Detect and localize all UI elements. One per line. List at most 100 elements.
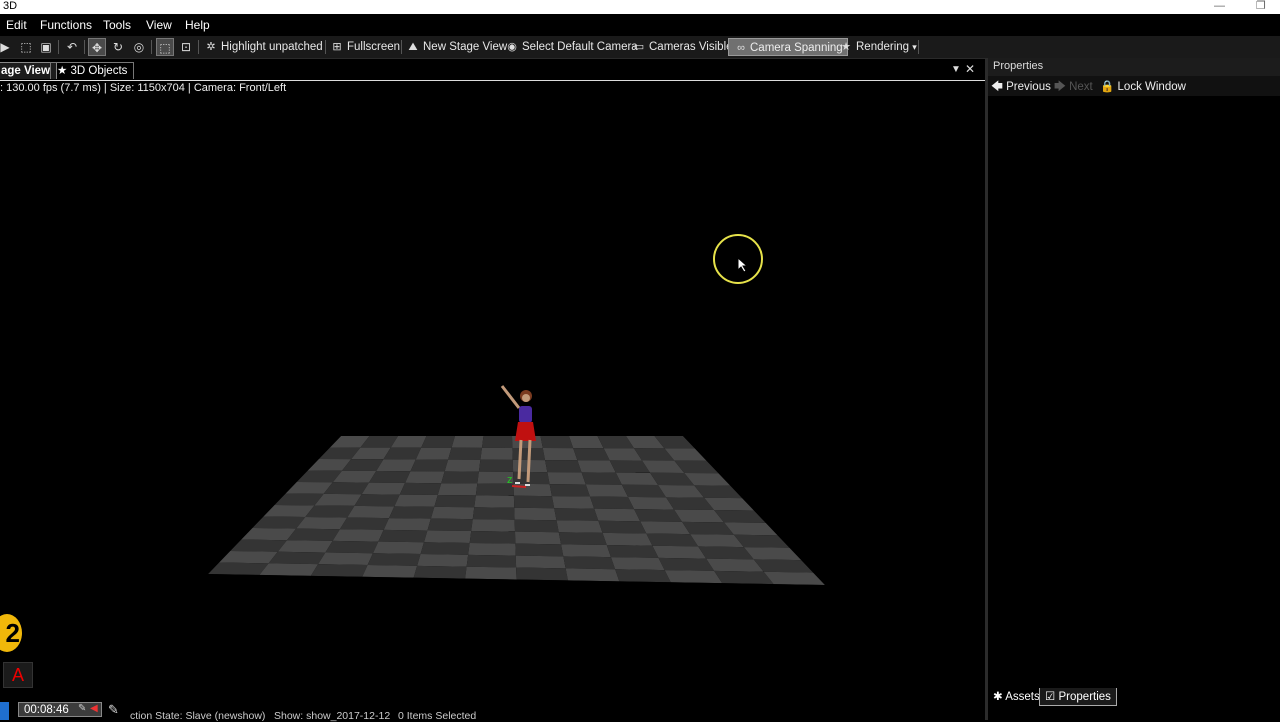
camera-spanning-button[interactable]: ∞ Camera Spanning <box>728 38 848 56</box>
floor-tile <box>219 551 278 564</box>
floor-tile <box>573 448 610 461</box>
play-icon[interactable]: ▶ <box>0 38 14 56</box>
floor-tile <box>465 566 517 580</box>
menu-view[interactable]: View <box>146 18 172 32</box>
highlight-unpatched-button[interactable]: ✲ Highlight unpatched <box>204 38 322 56</box>
floor-tile <box>332 529 384 542</box>
floor-tile <box>339 517 390 530</box>
tab-3d-objects[interactable]: ★ 3D Objects <box>50 62 135 79</box>
fullscreen-button[interactable]: ⊞ Fullscreen <box>330 38 400 56</box>
floor-tile <box>515 531 562 545</box>
floor-tile <box>664 570 723 584</box>
open-icon[interactable]: ⬚ <box>17 38 35 56</box>
floor-tile <box>545 460 582 473</box>
floor-tile <box>420 542 470 555</box>
mic-icon[interactable]: ✎ <box>78 703 86 714</box>
tab-dropdown-icon[interactable]: ▼ <box>951 64 961 75</box>
floor-tile <box>415 447 452 460</box>
toolbar-separator <box>84 40 85 54</box>
floor-tile <box>763 571 825 585</box>
move-icon[interactable]: ✥ <box>88 38 106 56</box>
floor-tile <box>551 496 595 509</box>
floor-tile <box>472 507 515 520</box>
floor-tile <box>310 564 368 577</box>
minimize-icon[interactable]: — <box>1214 0 1225 12</box>
close-icon[interactable]: ✕ <box>965 62 975 76</box>
toolbar-separator <box>58 40 59 54</box>
floor-tile <box>354 494 400 507</box>
speaker-muted-icon[interactable]: ◀ <box>90 703 98 714</box>
floor-tile <box>405 471 445 484</box>
restore-icon[interactable]: ❐ <box>1256 0 1266 12</box>
menu-help[interactable]: Help <box>185 18 210 32</box>
floor-tile <box>468 542 516 556</box>
floor-tile <box>417 554 469 567</box>
floor-tile <box>325 540 379 554</box>
undo-icon[interactable]: ↶ <box>63 38 81 56</box>
pencil-icon[interactable]: ✎ <box>108 702 119 718</box>
floor-tile <box>361 482 406 495</box>
floor-tile <box>208 562 269 575</box>
menu-edit[interactable]: Edit <box>6 18 27 32</box>
menu-bar: Edit Functions Tools View Help <box>0 14 1280 36</box>
floor-tile <box>368 470 411 483</box>
asterisk-icon: ✱ <box>993 691 1003 703</box>
floor-tile <box>565 568 620 582</box>
floor-tile <box>547 472 586 485</box>
floor-tile <box>514 519 559 533</box>
save-icon[interactable]: ▣ <box>37 38 55 56</box>
floor-tile <box>634 509 683 522</box>
selection-count: 0 Items Selected <box>398 710 477 722</box>
new-stage-view-button[interactable]: ⛰ New Stage View <box>406 38 507 56</box>
tab-stage-view[interactable]: age View <box>0 62 58 79</box>
floor-tile <box>589 496 635 510</box>
floor-tile <box>434 495 476 508</box>
menu-functions[interactable]: Functions <box>40 18 92 32</box>
toolbar-separator <box>918 40 919 54</box>
floor-tile <box>542 448 578 461</box>
floor-tile <box>347 505 395 519</box>
app-tray-icon[interactable] <box>0 702 9 720</box>
target-icon[interactable]: ◎ <box>130 38 148 56</box>
select-icon[interactable]: ⬚ <box>156 38 174 56</box>
floor-tile <box>268 551 326 565</box>
camera-lens-icon: ◉ <box>507 41 517 53</box>
floor-tile <box>430 506 475 520</box>
rendering-button[interactable]: ★ Rendering ▾ <box>839 38 917 56</box>
floor-tile <box>437 483 478 496</box>
zoom-icon[interactable]: ⊡ <box>177 38 195 56</box>
floor-tile <box>602 532 653 546</box>
floor-tile <box>581 472 622 485</box>
cameras-visible-button[interactable]: ▭ Cameras Visible <box>632 38 733 56</box>
floor-tile <box>658 557 715 571</box>
fullscreen-icon: ⊞ <box>332 41 342 53</box>
lock-window-button[interactable]: 🔒 Lock Window <box>1100 79 1186 93</box>
viewport-status: : 130.00 fps (7.7 ms) | Size: 1150x704 |… <box>0 82 287 94</box>
floor-tile <box>556 520 603 533</box>
star-icon: ★ <box>57 65 68 77</box>
recording-timer: 00:08:46 ✎ ◀ <box>18 702 102 717</box>
viewport-scene[interactable]: z <box>0 96 985 702</box>
toolbar: ▶ ⬚ ▣ ↶ ✥ ↻ ◎ ⬚ ⊡ ✲ Highlight unpatched ⊞… <box>0 36 1280 59</box>
rotate-icon[interactable]: ↻ <box>109 38 127 56</box>
floor-tile <box>558 532 607 545</box>
floor-tile <box>286 528 340 541</box>
bulb-icon: ✲ <box>206 41 216 53</box>
window-title: 3D <box>3 0 18 12</box>
floor-tile <box>561 544 611 558</box>
arrow-left-icon: 🡄 <box>991 81 1003 93</box>
floor-tile <box>444 459 481 472</box>
floor-tile <box>652 545 707 559</box>
tab-assets[interactable]: ✱ Assets <box>988 688 1045 706</box>
floor-tile <box>615 569 671 583</box>
tab-properties[interactable]: ☑ Properties <box>1039 688 1117 706</box>
floor-tile <box>606 545 659 558</box>
menu-tools[interactable]: Tools <box>103 18 131 32</box>
properties-nav: 🡄 Previous 🡆 Next 🔒 Lock Window <box>988 76 1280 96</box>
floor-tile <box>549 484 590 497</box>
floor-tile <box>399 482 442 496</box>
number-badge: 2 <box>0 614 22 652</box>
floor-tile <box>646 533 699 547</box>
select-default-camera-button[interactable]: ◉ Select Default Camera <box>505 38 638 56</box>
show-name: Show: show_2017-12-12 <box>274 710 391 722</box>
